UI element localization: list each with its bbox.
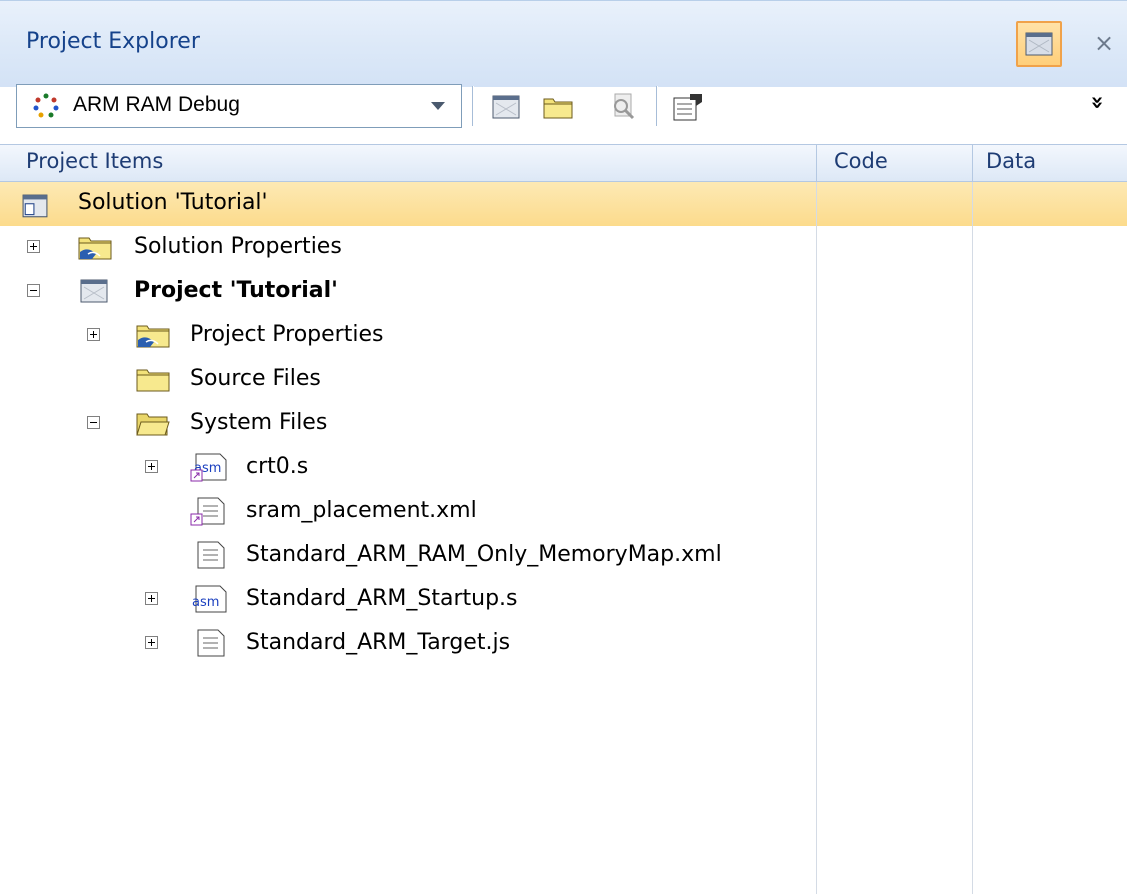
tree-row-memory-map[interactable]: Standard_ARM_RAM_Only_MemoryMap.xml (0, 534, 1127, 578)
column-divider[interactable] (816, 145, 817, 181)
tree-row-project-properties[interactable]: Project Properties (0, 314, 1127, 358)
text-file-icon (197, 541, 225, 569)
folder-icon (136, 369, 170, 392)
expand-icon[interactable] (145, 592, 158, 605)
expand-icon[interactable] (87, 328, 100, 341)
column-divider[interactable] (972, 145, 973, 181)
tree-row-startup[interactable]: asm Standard_ARM_Startup.s (0, 578, 1127, 622)
project-explorer-panel: Project Explorer × ARM RAM Debug » Proje… (0, 0, 1127, 894)
panel-title: Project Explorer (26, 29, 200, 54)
configuration-value: ARM RAM Debug (73, 93, 240, 116)
column-code[interactable]: Code (834, 149, 888, 173)
new-project-button[interactable] (486, 88, 526, 126)
tree-label: Standard_ARM_Startup.s (246, 586, 518, 611)
expand-icon[interactable] (145, 460, 158, 473)
configuration-icon (33, 93, 59, 118)
tree-label: sram_placement.xml (246, 498, 477, 523)
solution-icon (22, 194, 48, 218)
tree-row-solution[interactable]: Solution 'Tutorial' (0, 182, 1127, 226)
tree-row-sram-placement[interactable]: sram_placement.xml (0, 490, 1127, 534)
tree-label: Solution Properties (134, 234, 342, 259)
column-project-items[interactable]: Project Items (26, 149, 163, 173)
svg-text:asm: asm (192, 595, 219, 610)
tree-label: Project Properties (190, 322, 384, 347)
tree-row-source-files[interactable]: Source Files (0, 358, 1127, 402)
toolbar-separator (472, 86, 474, 126)
tree-label: Standard_ARM_Target.js (246, 630, 511, 655)
window-position-button[interactable] (1016, 21, 1062, 67)
new-project-icon (492, 95, 520, 119)
find-in-project-button[interactable] (604, 88, 644, 126)
tree-label: Solution 'Tutorial' (78, 190, 268, 215)
find-icon (614, 93, 635, 120)
properties-folder-icon (136, 325, 170, 348)
tree-label: Project 'Tutorial' (134, 278, 338, 303)
dropdown-arrow-icon[interactable] (431, 102, 445, 110)
column-gridline (972, 182, 973, 894)
text-file-icon (197, 629, 225, 657)
link-file-icon (190, 497, 225, 526)
tree-label: Standard_ARM_RAM_Only_MemoryMap.xml (246, 542, 722, 567)
folder-open-icon (136, 413, 170, 436)
collapse-icon[interactable] (87, 416, 100, 429)
asm-file-icon: asm (192, 585, 227, 613)
project-icon (80, 279, 108, 303)
new-folder-button[interactable] (538, 88, 578, 126)
configuration-dropdown[interactable]: ARM RAM Debug (16, 84, 462, 128)
title-bar: Project Explorer × (0, 0, 1127, 87)
window-icon (1025, 32, 1053, 56)
tree-row-crt0[interactable]: asm crt0.s (0, 446, 1127, 490)
new-folder-icon (543, 98, 573, 119)
expand-icon[interactable] (27, 240, 40, 253)
asm-link-file-icon: asm (190, 453, 227, 482)
column-data[interactable]: Data (986, 149, 1036, 173)
properties-button[interactable] (668, 88, 708, 126)
tree-row-project[interactable]: Project 'Tutorial' (0, 270, 1127, 314)
column-gridline (816, 182, 817, 894)
collapse-icon[interactable] (27, 284, 40, 297)
tree-label: System Files (190, 410, 328, 435)
tree-row-system-files[interactable]: System Files (0, 402, 1127, 446)
tree-row-target[interactable]: Standard_ARM_Target.js (0, 622, 1127, 666)
tree-row-solution-properties[interactable]: Solution Properties (0, 226, 1127, 270)
tree-label: Source Files (190, 366, 321, 391)
toolbar-overflow-button[interactable]: » (1085, 95, 1110, 109)
expand-icon[interactable] (145, 636, 158, 649)
tree-label: crt0.s (246, 454, 309, 479)
toolbar-separator (656, 86, 658, 126)
properties-folder-icon (78, 237, 112, 260)
column-header: Project Items Code Data (0, 144, 1127, 182)
properties-icon (673, 94, 702, 121)
close-button[interactable]: × (1094, 29, 1114, 57)
